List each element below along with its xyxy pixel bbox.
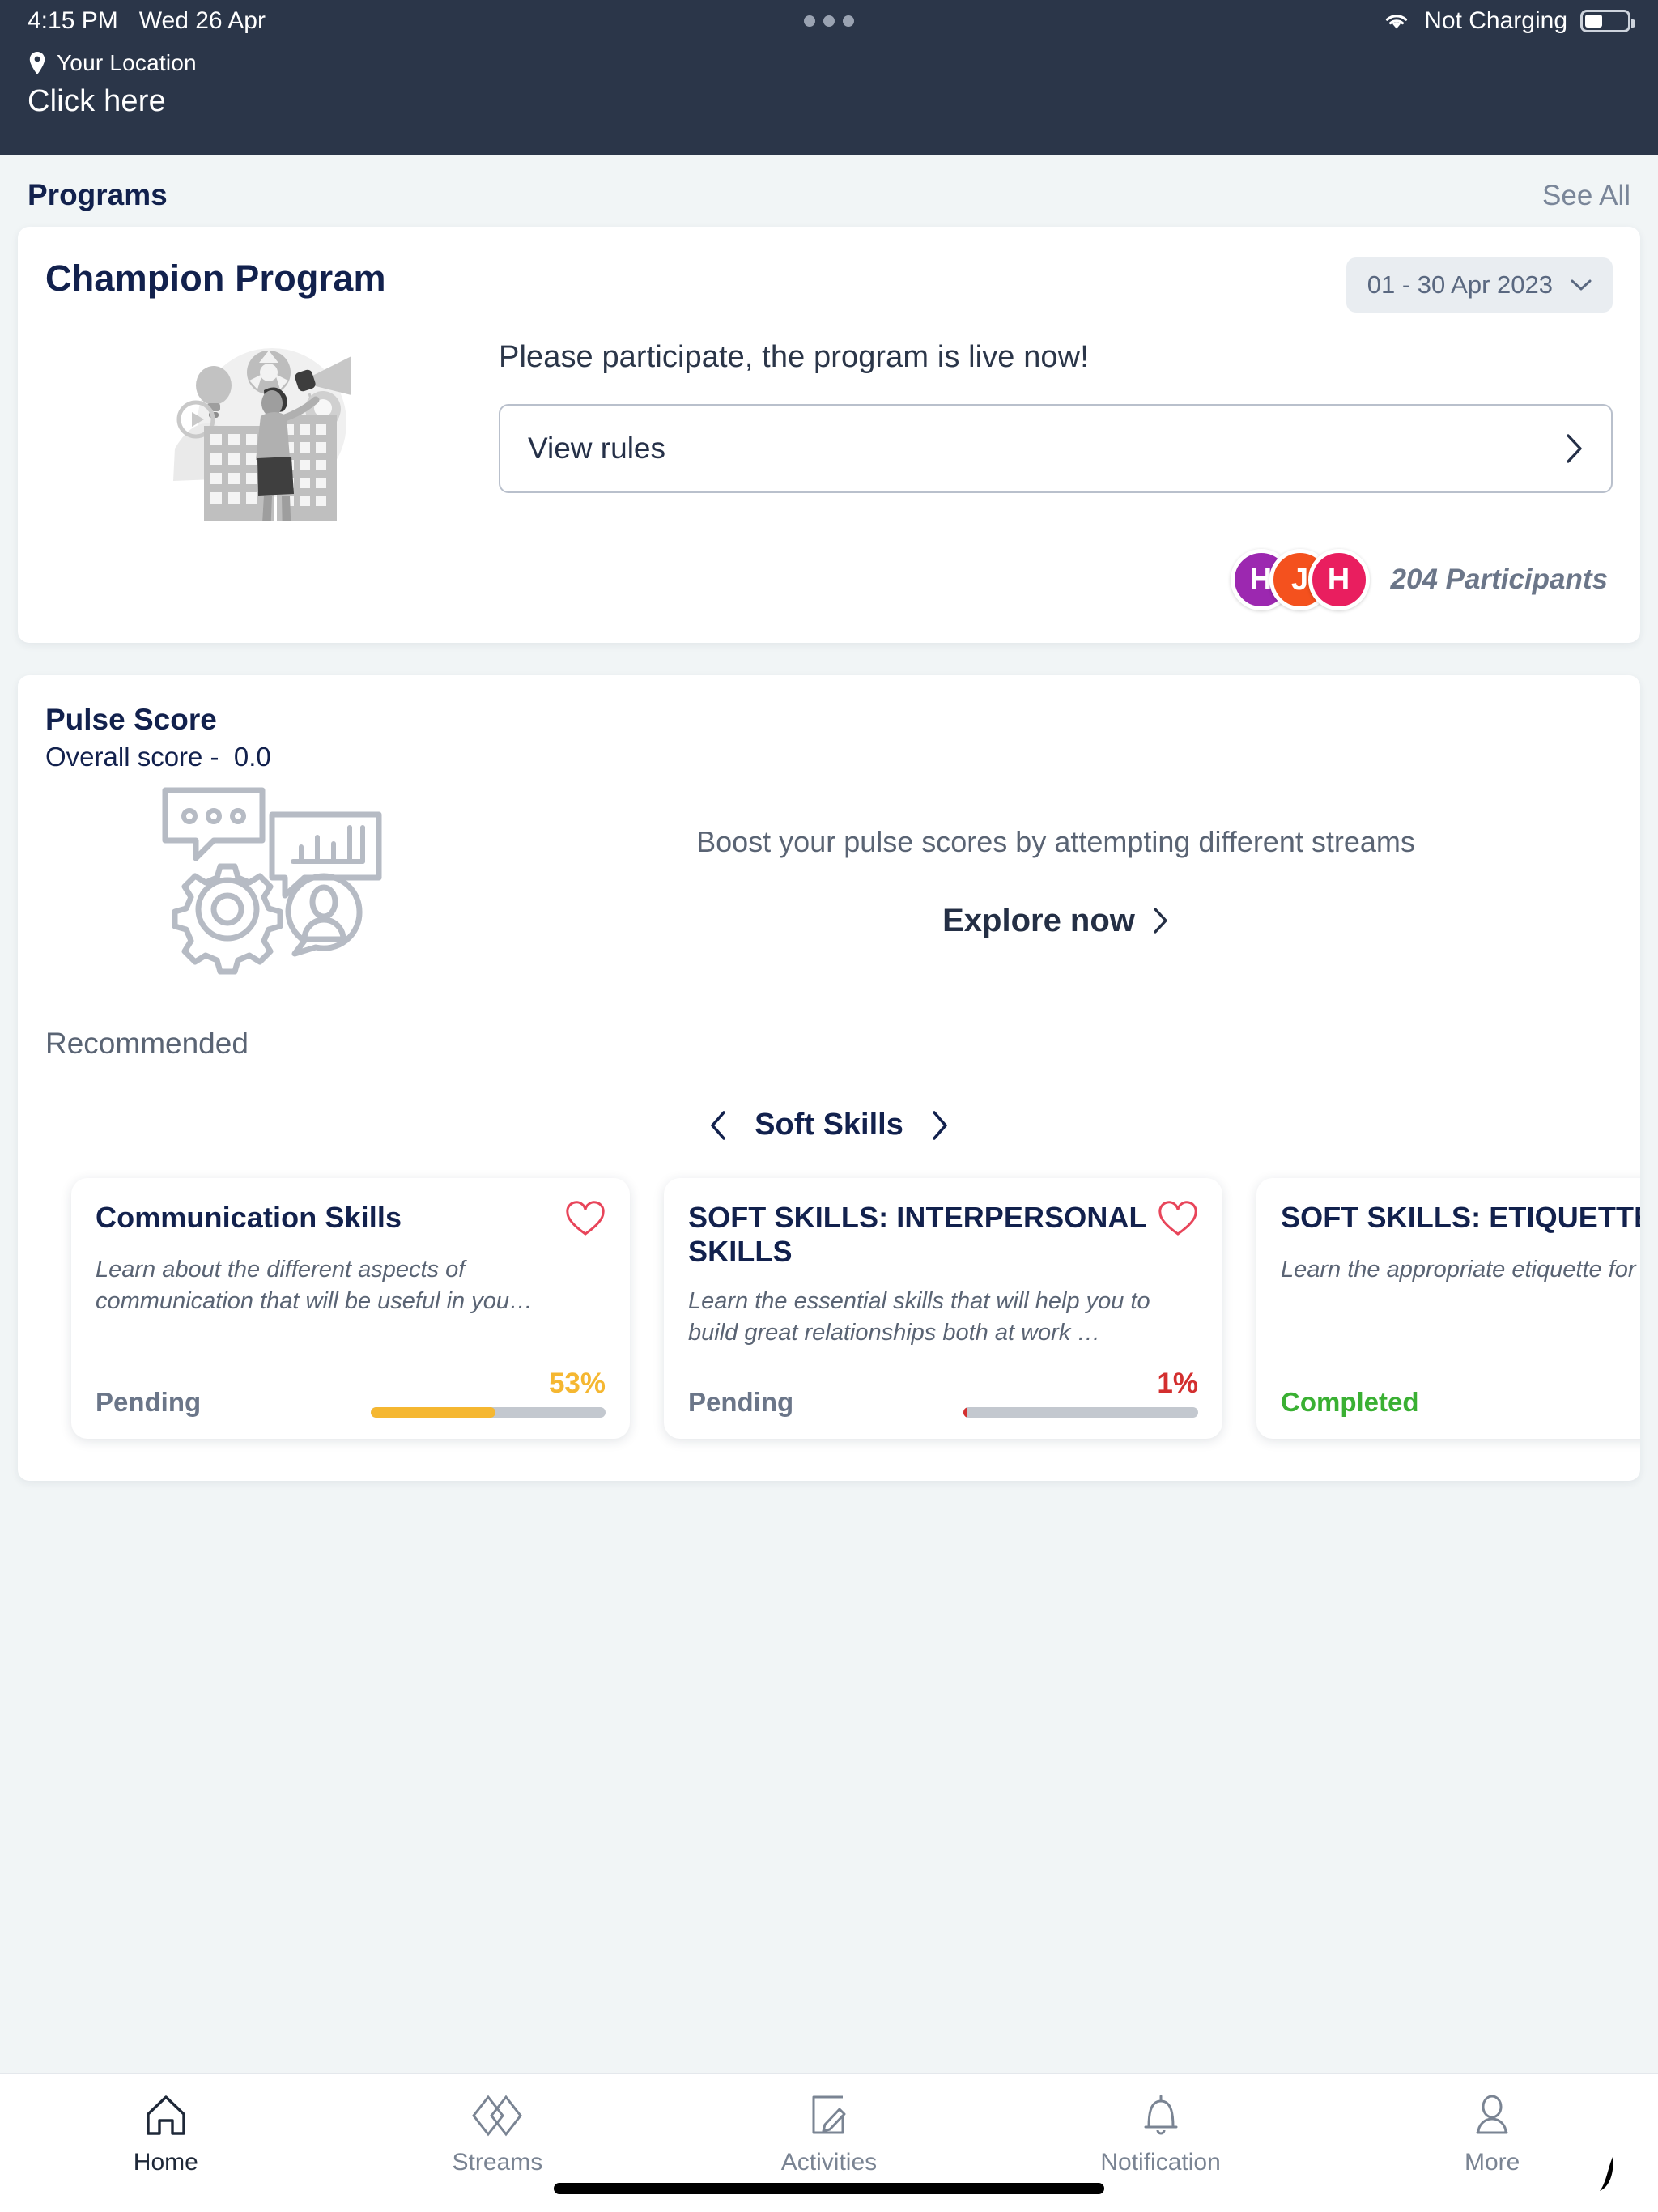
status-badge: Pending bbox=[688, 1387, 794, 1418]
sidebar-item-activities[interactable]: Activities bbox=[663, 2094, 995, 2176]
explore-now-label: Explore now bbox=[942, 902, 1135, 938]
status-bar: 4:15 PM Wed 26 Apr Not Charging bbox=[0, 0, 1658, 42]
see-all-link[interactable]: See All bbox=[1542, 180, 1630, 212]
participants-count: 204 Participants bbox=[1390, 564, 1608, 595]
heart-outline-icon[interactable] bbox=[565, 1201, 606, 1238]
program-live-message: Please participate, the program is live … bbox=[499, 340, 1089, 374]
sidebar-item-home[interactable]: Home bbox=[0, 2094, 332, 2176]
sidebar-item-notification[interactable]: Notification bbox=[995, 2094, 1327, 2176]
avatar: H bbox=[1307, 549, 1370, 610]
champion-program-body: Please participate, the program is live … bbox=[18, 313, 1640, 521]
location-pin-icon bbox=[29, 52, 45, 74]
pulse-score-title: Pulse Score bbox=[45, 703, 217, 736]
pulse-score-illustration bbox=[45, 781, 499, 983]
bottom-navigation: Home Streams Activities Notification Mor… bbox=[0, 2073, 1658, 2212]
pulse-score-overall: Overall score - 0.0 bbox=[45, 742, 1613, 772]
heart-outline-icon[interactable] bbox=[1158, 1201, 1198, 1238]
course-header: Communication Skills bbox=[96, 1201, 606, 1238]
overall-score-label: Overall score - bbox=[45, 742, 219, 772]
chevron-left-icon[interactable] bbox=[709, 1110, 727, 1141]
cursor-icon bbox=[1600, 2157, 1613, 2191]
sidebar-item-label: Notification bbox=[1100, 2149, 1221, 2176]
list-item[interactable]: SOFT SKILLS: INTERPERSONAL SKILLS Learn … bbox=[664, 1178, 1222, 1440]
note-pencil-icon bbox=[812, 2095, 846, 2134]
battery-status-text: Not Charging bbox=[1424, 7, 1567, 34]
sidebar-item-streams[interactable]: Streams bbox=[332, 2094, 664, 2176]
course-title: Communication Skills bbox=[96, 1201, 402, 1234]
course-description: Learn the essential skills that will hel… bbox=[688, 1287, 1150, 1346]
overall-score-value: 0.0 bbox=[233, 742, 271, 772]
course-title: SOFT SKILLS: INTERPERSONAL SKILLS bbox=[688, 1201, 1146, 1269]
streams-diamonds-icon bbox=[472, 2095, 523, 2137]
status-bar-right: Not Charging bbox=[1382, 7, 1635, 35]
chevron-right-icon[interactable] bbox=[931, 1110, 949, 1141]
chevron-right-icon bbox=[1567, 434, 1582, 463]
program-illustration bbox=[45, 321, 499, 521]
status-badge: Pending bbox=[96, 1387, 202, 1418]
course-footer: Pending 1% bbox=[688, 1348, 1198, 1419]
explore-now-button[interactable]: Explore now bbox=[942, 903, 1169, 939]
carousel-stream-label: Soft Skills bbox=[755, 1108, 903, 1142]
three-dots-icon bbox=[804, 15, 854, 27]
pulse-score-content: Boost your pulse scores by attempting di… bbox=[499, 825, 1613, 939]
view-rules-button[interactable]: View rules bbox=[499, 404, 1613, 493]
chevron-down-icon bbox=[1571, 279, 1592, 290]
progress-percent: 53% bbox=[548, 1368, 606, 1400]
location-row[interactable]: Your Location bbox=[28, 50, 1630, 76]
course-carousel[interactable]: Communication Skills Learn about the dif… bbox=[18, 1142, 1640, 1481]
course-title: SOFT SKILLS: ETIQUETTE bbox=[1281, 1201, 1640, 1234]
course-footer: Completed bbox=[1281, 1366, 1640, 1418]
progress-track bbox=[963, 1407, 1198, 1419]
app-header: Your Location Click here bbox=[0, 42, 1658, 155]
programs-section-bar: Programs See All bbox=[0, 155, 1658, 227]
progress-area: 53% bbox=[371, 1368, 606, 1419]
participants-row[interactable]: H J H 204 Participants bbox=[18, 521, 1640, 643]
location-value[interactable]: Click here bbox=[28, 84, 1630, 119]
date-range-selector[interactable]: 01 - 30 Apr 2023 bbox=[1346, 257, 1613, 313]
status-time: 4:15 PM bbox=[28, 7, 118, 34]
home-indicator bbox=[554, 2183, 1104, 2194]
home-icon bbox=[147, 2095, 185, 2135]
pulse-score-message: Boost your pulse scores by attempting di… bbox=[696, 824, 1415, 858]
champion-program-card: Champion Program 01 - 30 Apr 2023 Please… bbox=[18, 227, 1640, 643]
bell-icon bbox=[1144, 2095, 1178, 2135]
course-description: Learn about the different aspects of com… bbox=[96, 1257, 533, 1314]
participant-avatars: H J H bbox=[1230, 549, 1370, 610]
champion-program-title: Champion Program bbox=[45, 257, 386, 299]
stream-carousel-header: Soft Skills bbox=[18, 1061, 1640, 1142]
chevron-right-icon bbox=[1154, 908, 1167, 934]
progress-percent: 1% bbox=[1157, 1368, 1198, 1400]
pulse-score-body: Boost your pulse scores by attempting di… bbox=[18, 772, 1640, 983]
view-rules-label: View rules bbox=[528, 432, 666, 465]
sidebar-item-label: Activities bbox=[780, 2149, 878, 2176]
battery-icon bbox=[1580, 10, 1635, 32]
course-header: SOFT SKILLS: INTERPERSONAL SKILLS bbox=[688, 1201, 1198, 1270]
progress-area: 1% bbox=[963, 1368, 1198, 1419]
location-label: Your Location bbox=[57, 50, 197, 75]
person-icon bbox=[1476, 2095, 1508, 2134]
status-date: Wed 26 Apr bbox=[138, 7, 266, 34]
champion-program-header: Champion Program 01 - 30 Apr 2023 bbox=[18, 227, 1640, 313]
status-badge: Completed bbox=[1281, 1387, 1419, 1418]
date-range-value: 01 - 30 Apr 2023 bbox=[1367, 270, 1553, 299]
sidebar-item-label: More bbox=[1464, 2149, 1520, 2176]
list-item[interactable]: SOFT SKILLS: ETIQUETTE Learn the appropr… bbox=[1256, 1178, 1640, 1440]
page-title: Programs bbox=[28, 178, 168, 211]
wifi-icon bbox=[1386, 15, 1408, 29]
course-description: Learn the appropriate etiquette for situ… bbox=[1281, 1257, 1640, 1283]
course-footer: Pending 53% bbox=[96, 1348, 606, 1419]
sidebar-item-label: Home bbox=[133, 2149, 198, 2176]
champion-program-content: Please participate, the program is live … bbox=[499, 321, 1613, 493]
pulse-score-header: Pulse Score Overall score - 0.0 bbox=[18, 675, 1640, 772]
pulse-score-card: Pulse Score Overall score - 0.0 Boost yo… bbox=[18, 675, 1640, 1482]
progress-fill bbox=[371, 1407, 495, 1419]
recommended-label: Recommended bbox=[45, 1027, 249, 1060]
progress-track bbox=[371, 1407, 606, 1419]
course-header: SOFT SKILLS: ETIQUETTE bbox=[1281, 1201, 1640, 1238]
status-bar-left: 4:15 PM Wed 26 Apr bbox=[28, 7, 266, 35]
sidebar-item-label: Streams bbox=[452, 2149, 543, 2176]
progress-fill bbox=[963, 1407, 968, 1419]
list-item[interactable]: Communication Skills Learn about the dif… bbox=[71, 1178, 630, 1440]
